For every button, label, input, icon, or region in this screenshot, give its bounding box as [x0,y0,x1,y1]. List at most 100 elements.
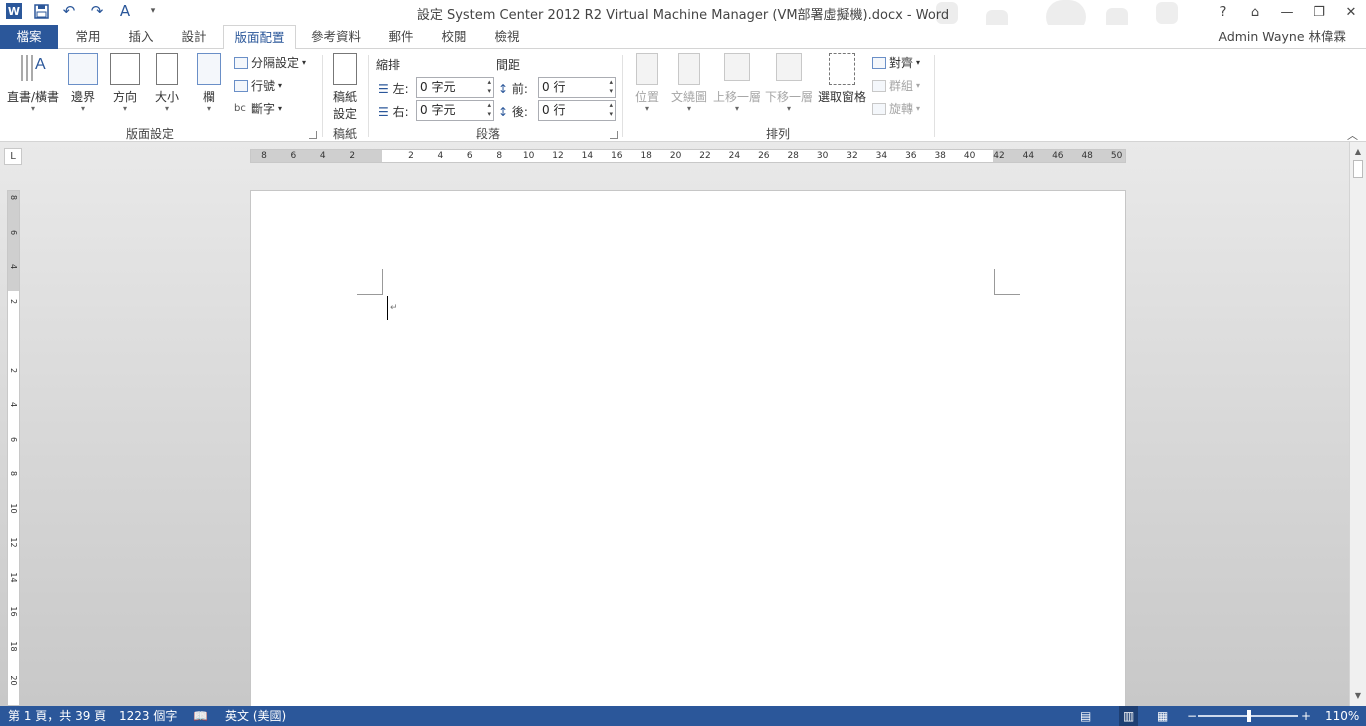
spacing-after-input[interactable]: 0 行 ▴ ▾ [538,100,616,121]
text-cursor [387,296,388,320]
restore-button[interactable]: ❐ [1310,5,1328,20]
hyphenation-label: 斷字 [251,102,276,116]
breaks-icon [234,57,248,69]
position-button[interactable]: 位置 ▾ [628,53,666,113]
ruler-number: 34 [875,151,888,161]
page-setup-dialog-launcher-icon[interactable] [309,131,317,139]
tab-references[interactable]: 參考資料 [300,25,372,49]
size-button[interactable]: 大小 ▾ [148,53,186,113]
tab-mailings[interactable]: 郵件 [376,25,426,49]
tab-selector[interactable]: L [4,148,22,165]
web-layout-icon[interactable]: ▦ [1157,706,1168,726]
selection-pane-icon [829,53,855,85]
breaks-button[interactable]: 分隔設定 ▾ [234,53,306,73]
window-title: 設定 System Center 2012 R2 Virtual Machine… [416,8,950,23]
horizontal-ruler[interactable]: 8 6 4 2 2 4 6 8 10 12 14 16 18 20 22 24 26 28 30 32 34 36 38 40… [250,149,1126,163]
proofing-icon[interactable]: 📖 [193,706,208,726]
vertical-ruler[interactable]: 8642246810121416182022 [7,190,20,720]
zoom-level[interactable]: 110% [1325,706,1359,726]
spacing-after-icon: ↕ [498,105,509,119]
manuscript-icon [333,53,357,85]
paragraph-mark-icon: ↵ [390,303,398,313]
rotate-label: 旋轉 [889,102,914,116]
group-separator [368,55,369,137]
selection-pane-label: 選取窗格 [817,90,866,104]
send-backward-icon [776,53,802,81]
zoom-out-icon[interactable]: − [1187,706,1197,726]
ruler-number: 18 [640,151,652,161]
margins-button[interactable]: 邊界 ▾ [64,53,102,113]
language-status[interactable]: 英文 (美國) [225,706,286,726]
page-setup-group-label: 版面設定 [125,127,174,141]
line-numbers-button[interactable]: 行號 ▾ [234,76,282,96]
scroll-down-icon[interactable]: ▼ [1350,688,1366,704]
text-direction-icon: A [18,53,48,85]
scroll-thumb[interactable] [1353,160,1363,178]
manuscript-settings-button[interactable]: 稿紙 設定 [328,53,362,122]
ruler-number: 4 [9,401,18,408]
columns-button[interactable]: 欄 ▾ [192,53,226,113]
ruler-number: 4 [437,151,444,161]
minimize-button[interactable]: — [1278,5,1296,20]
status-bar: 第 1 頁，共 39 頁 1223 個字 📖 英文 (美國) ▤ ▥ ▦ − +… [0,706,1366,726]
spacing-before-input[interactable]: 0 行 ▴ ▾ [538,77,616,98]
close-button[interactable]: ✕ [1342,5,1360,20]
send-backward-button[interactable]: 下移一層 ▾ [764,53,814,113]
rotate-icon [872,103,886,115]
line-numbers-label: 行號 [251,79,276,93]
zoom-slider-thumb[interactable] [1247,710,1251,722]
bring-forward-button[interactable]: 上移一層 ▾ [712,53,762,113]
columns-icon [197,53,221,85]
indent-left-input[interactable]: 0 字元 ▴ ▾ [416,77,494,98]
page-count-status[interactable]: 第 1 頁，共 39 頁 [8,706,106,726]
ruler-number: 10 [9,502,18,514]
text-direction-button[interactable]: A 直書/橫書 ▾ [4,53,62,113]
ruler-number: 8 [496,151,503,161]
ruler-number: 44 [1022,151,1035,161]
group-separator [622,55,623,137]
user-account[interactable]: Admin Wayne 林偉霖 [1218,26,1346,45]
tab-design[interactable]: 設計 [168,25,220,49]
tab-review[interactable]: 校閱 [428,25,480,49]
ruler-number: 2 [9,367,18,373]
columns-label: 欄 [202,90,215,104]
tab-file[interactable]: 檔案 [0,25,58,49]
wrap-text-label: 文繞圖 [670,90,707,104]
print-layout-icon[interactable]: ▥ [1119,706,1139,726]
word-count-status[interactable]: 1223 個字 [119,706,177,726]
read-mode-icon[interactable]: ▤ [1080,706,1091,726]
group-button[interactable]: 群組 ▾ [872,76,920,96]
position-label: 位置 [634,90,659,104]
ruler-number: 50 [1110,151,1123,161]
selection-pane-button[interactable]: 選取窗格 [816,53,868,105]
ruler-number: 20 [669,151,682,161]
align-button[interactable]: 對齊 ▾ [872,53,920,73]
indent-header: 縮排 [376,58,401,72]
ruler-number: 6 [9,229,18,235]
ruler-number: 14 [9,571,18,583]
group-label: 群組 [889,79,914,93]
zoom-in-icon[interactable]: + [1301,706,1311,726]
ribbon: A 直書/橫書 ▾ 邊界 ▾ 方向 ▾ 大小 ▾ 欄 ▾ 分隔設定 ▾ 行號 ▾ bc 斷字 ▾ … [0,49,1366,142]
spacing-before-label: ↕ 前: [498,82,528,96]
spacing-before-icon: ↕ [498,82,509,96]
orientation-button[interactable]: 方向 ▾ [106,53,144,113]
vertical-scrollbar[interactable]: ▲ ▼ [1349,142,1366,706]
scroll-up-icon[interactable]: ▲ [1350,144,1366,160]
ribbon-display-options-button[interactable]: ⌂ [1246,5,1264,20]
tab-home[interactable]: 常用 [62,25,114,49]
indent-right-input[interactable]: 0 字元 ▴ ▾ [416,100,494,121]
ruler-number: 20 [9,675,18,686]
paragraph-group-label: 段落 [475,127,500,141]
tab-insert[interactable]: 插入 [116,25,166,49]
help-button[interactable]: ? [1214,5,1232,20]
tab-view[interactable]: 檢視 [482,25,532,49]
hyphenation-button[interactable]: bc 斷字 ▾ [234,99,282,119]
tab-layout[interactable]: 版面配置 [223,25,296,50]
paragraph-dialog-launcher-icon[interactable] [610,131,618,139]
collapse-ribbon-icon[interactable]: ︿ [1347,127,1358,143]
wrap-text-button[interactable]: 文繞圖 ▾ [668,53,710,113]
document-page[interactable]: ↵ [250,190,1126,710]
ruler-number: 30 [816,151,829,161]
rotate-button[interactable]: 旋轉 ▾ [872,99,920,119]
